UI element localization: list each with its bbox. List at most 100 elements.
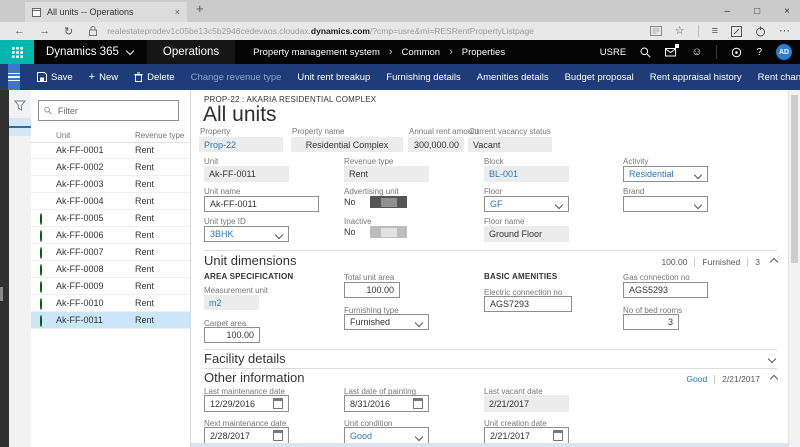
- company-code[interactable]: USRE: [600, 47, 626, 58]
- messages-icon[interactable]: [665, 44, 680, 57]
- chevron-up-icon[interactable]: [769, 374, 779, 384]
- app-launcher-button[interactable]: [0, 40, 34, 64]
- rent-change-history-button[interactable]: Rent change history: [751, 72, 800, 83]
- filter-input[interactable]: [55, 104, 173, 117]
- favorites-star-icon[interactable]: ☆: [675, 25, 685, 37]
- breadcrumb-module[interactable]: Property management system: [253, 47, 380, 58]
- block-field[interactable]: BL-001: [484, 166, 569, 182]
- feedback-smiley-icon[interactable]: ☺: [691, 46, 702, 58]
- nav-pane-handle[interactable]: [0, 287, 3, 301]
- save-button[interactable]: Save: [30, 72, 80, 83]
- url-text[interactable]: realestateprodev1c05be13c5b2946cedevaos.…: [107, 26, 534, 36]
- calendar-icon[interactable]: [273, 430, 283, 441]
- advertising-unit-toggle[interactable]: No: [344, 196, 407, 208]
- next-maintenance-date-input[interactable]: [204, 427, 289, 444]
- activity-select[interactable]: Residential: [623, 166, 708, 182]
- table-row[interactable]: Ak-FF-0010 Rent: [31, 295, 190, 312]
- section-unit-dimensions[interactable]: Unit dimensions: [204, 253, 297, 268]
- furnishing-details-button[interactable]: Furnishing details: [379, 72, 467, 83]
- forward-icon[interactable]: →: [39, 25, 50, 37]
- section-facility-details[interactable]: Facility details: [204, 351, 286, 366]
- furnishing-type-select[interactable]: Furnished: [344, 314, 429, 330]
- electric-connection-no-input[interactable]: [484, 296, 572, 312]
- amenities-details-button[interactable]: Amenities details: [470, 72, 556, 83]
- brand-select[interactable]: [623, 196, 708, 212]
- unit-dimensions-summary[interactable]: 100.00 Furnished 3: [661, 257, 779, 267]
- share-icon[interactable]: [755, 26, 766, 37]
- calendar-icon[interactable]: [273, 398, 283, 409]
- more-menu-icon[interactable]: ⋯: [779, 25, 790, 37]
- browser-tab[interactable]: All units -- Operations ×: [25, 2, 187, 22]
- section-other-information[interactable]: Other information: [204, 370, 304, 385]
- last-maintenance-date-input[interactable]: [204, 395, 289, 412]
- table-row[interactable]: Ak-FF-0005 Rent: [31, 210, 190, 227]
- vertical-scrollbar[interactable]: [788, 90, 800, 447]
- settings-gear-icon[interactable]: [731, 47, 742, 58]
- window-close-button[interactable]: ×: [784, 6, 790, 17]
- back-icon[interactable]: ←: [14, 25, 25, 37]
- filter-field[interactable]: [38, 100, 179, 121]
- reading-view-icon[interactable]: [649, 26, 662, 36]
- table-row[interactable]: Ak-FF-0009 Rent: [31, 278, 190, 295]
- inactive-toggle[interactable]: No: [344, 226, 407, 238]
- chevron-up-icon[interactable]: [769, 257, 779, 267]
- delete-button[interactable]: Delete: [127, 72, 181, 83]
- breadcrumb-area[interactable]: Common: [402, 47, 441, 58]
- window-minimize-button[interactable]: –: [725, 6, 731, 17]
- table-row[interactable]: Ak-FF-0007 Rent: [31, 244, 190, 261]
- section-divider: [204, 349, 777, 350]
- breadcrumb-page[interactable]: Properties: [462, 47, 505, 58]
- table-row[interactable]: Ak-FF-0002 Rent: [31, 159, 190, 176]
- scrollbar-thumb[interactable]: [791, 95, 798, 263]
- table-row[interactable]: Ak-FF-0001 Rent: [31, 142, 190, 159]
- other-information-summary[interactable]: Good 2/21/2017: [686, 374, 779, 384]
- hub-icon[interactable]: ≡: [712, 25, 718, 37]
- table-row[interactable]: Ak-FF-0004 Rent: [31, 193, 190, 210]
- chevron-down-icon[interactable]: [767, 354, 777, 364]
- property-field[interactable]: Prop-22: [199, 137, 283, 152]
- collapsed-nav-pane[interactable]: [0, 90, 9, 447]
- avatar[interactable]: AD: [776, 44, 792, 60]
- web-note-icon[interactable]: [731, 25, 742, 37]
- rent-appraisal-history-button[interactable]: Rent appraisal history: [643, 72, 749, 83]
- toggle-track[interactable]: [369, 196, 407, 208]
- calendar-icon[interactable]: [413, 398, 423, 409]
- window-maximize-button[interactable]: □: [754, 6, 760, 17]
- dynamics-365-menu[interactable]: Dynamics 365: [46, 46, 119, 58]
- status-green-circle-icon: [40, 247, 42, 259]
- table-row-selected[interactable]: Ak-FF-0011 Rent: [31, 312, 190, 329]
- last-date-of-painting-input[interactable]: [344, 395, 429, 412]
- table-row[interactable]: Ak-FF-0008 Rent: [31, 261, 190, 278]
- search-icon[interactable]: [640, 47, 651, 58]
- unit-name-input[interactable]: [204, 196, 319, 212]
- new-tab-button[interactable]: +: [196, 1, 204, 16]
- no-of-bed-rooms-input[interactable]: [623, 314, 679, 330]
- filter-funnel-icon[interactable]: [9, 96, 31, 114]
- gas-connection-no-input[interactable]: [623, 282, 708, 298]
- nav-menu-button[interactable]: [8, 64, 20, 90]
- new-button[interactable]: + New: [82, 71, 125, 83]
- tab-close-icon[interactable]: ×: [175, 7, 180, 17]
- unit-condition-select[interactable]: Good: [344, 427, 429, 444]
- section-divider: [204, 368, 777, 369]
- column-header-revenue-type[interactable]: Revenue type: [135, 131, 184, 140]
- unit-list-panel: Unit Revenue type Ak-FF-0001Rent Ak-FF-0…: [31, 90, 191, 447]
- total-unit-area-input[interactable]: [344, 282, 400, 298]
- floor-select[interactable]: GF: [484, 196, 569, 212]
- help-icon[interactable]: ?: [756, 47, 762, 58]
- breadcrumb-separator: ›: [388, 45, 393, 58]
- table-row[interactable]: Ak-FF-0006 Rent: [31, 227, 190, 244]
- unit-rent-breakup-button[interactable]: Unit rent breakup: [290, 72, 377, 83]
- refresh-icon[interactable]: ↻: [64, 25, 73, 38]
- table-row[interactable]: Ak-FF-0003 Rent: [31, 176, 190, 193]
- calendar-icon[interactable]: [553, 430, 563, 441]
- toggle-track[interactable]: [369, 226, 407, 238]
- budget-proposal-button[interactable]: Budget proposal: [558, 72, 641, 83]
- app-name[interactable]: Operations: [146, 40, 236, 64]
- unit-creation-date-input[interactable]: [484, 427, 569, 444]
- measurement-unit-field[interactable]: m2: [204, 295, 259, 310]
- carpet-area-input[interactable]: [204, 327, 260, 343]
- column-header-unit[interactable]: Unit: [56, 131, 70, 140]
- unit-type-id-select[interactable]: 3BHK: [204, 226, 289, 242]
- show-list-icon[interactable]: [9, 118, 31, 136]
